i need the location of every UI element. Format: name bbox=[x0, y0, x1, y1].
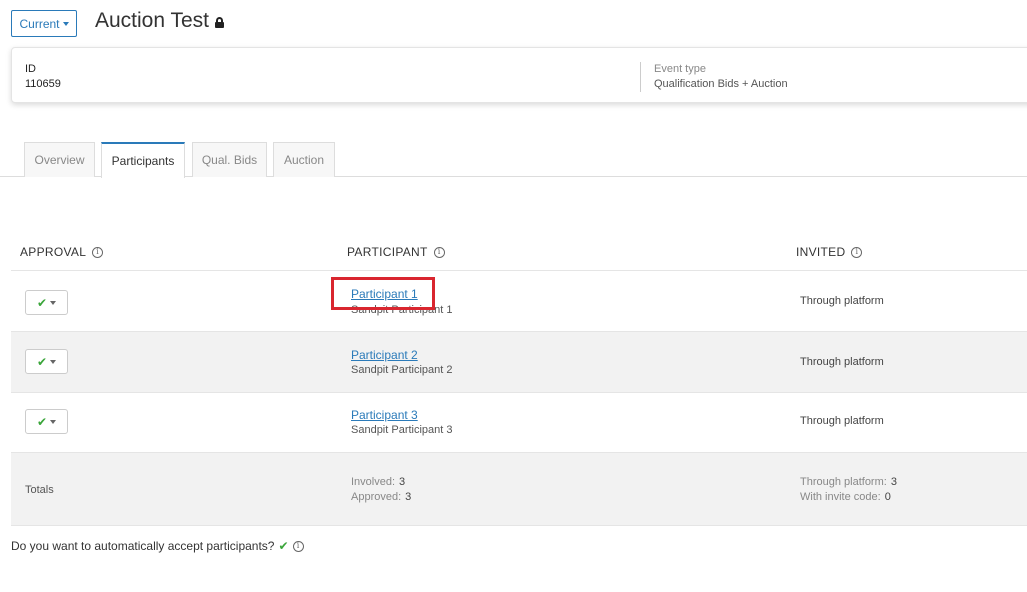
tab-bar: Overview Participants Qual. Bids Auction bbox=[0, 142, 1027, 178]
tab-qual-bids[interactable]: Qual. Bids bbox=[192, 142, 267, 177]
tab-overview[interactable]: Overview bbox=[24, 142, 95, 177]
auto-accept-prompt: Do you want to automatically accept part… bbox=[11, 539, 304, 553]
page-title: Auction Test bbox=[95, 9, 225, 33]
approval-column-header: APPROVAL i bbox=[20, 245, 104, 259]
approval-dropdown-button[interactable]: ✔ bbox=[25, 409, 68, 434]
checkmark-icon: ✔ bbox=[36, 295, 48, 310]
lock-icon bbox=[215, 17, 225, 28]
approved-value: 3 bbox=[405, 491, 412, 503]
involved-label: Involved: bbox=[351, 476, 396, 488]
table-row: ✔ Participant 3 Sandpit Participant 3 Th… bbox=[11, 392, 1027, 452]
totals-invite-code: With invite code: 0 bbox=[800, 491, 891, 503]
id-value: 110659 bbox=[25, 78, 61, 90]
totals-through-platform: Through platform: 3 bbox=[800, 476, 897, 488]
invited-method: Through platform bbox=[800, 356, 884, 368]
invited-column-header: INVITED i bbox=[796, 245, 863, 259]
table-row: ✔ Participant 1 Sandpit Participant 1 Th… bbox=[11, 270, 1027, 331]
totals-label: Totals bbox=[25, 484, 54, 496]
page-title-text: Auction Test bbox=[95, 9, 210, 32]
participant-company: Sandpit Participant 1 bbox=[351, 304, 453, 316]
chevron-down-icon bbox=[50, 300, 57, 305]
table-row: ✔ Participant 2 Sandpit Participant 2 Th… bbox=[11, 331, 1027, 392]
participant-link[interactable]: Participant 3 bbox=[351, 408, 418, 422]
chevron-down-icon bbox=[62, 22, 69, 26]
approval-header-label: APPROVAL bbox=[20, 245, 87, 259]
invited-header-label: INVITED bbox=[796, 245, 846, 259]
info-icon[interactable]: i bbox=[851, 246, 863, 258]
invite-code-value: 0 bbox=[884, 491, 891, 503]
participant-company: Sandpit Participant 3 bbox=[351, 424, 453, 436]
participant-company: Sandpit Participant 2 bbox=[351, 364, 453, 376]
tab-participants[interactable]: Participants bbox=[101, 142, 185, 178]
checkmark-icon[interactable]: ✔ bbox=[278, 540, 288, 552]
totals-approved: Approved: 3 bbox=[351, 491, 411, 503]
info-icon[interactable]: i bbox=[433, 246, 445, 258]
event-type-label: Event type bbox=[654, 63, 706, 75]
tab-auction[interactable]: Auction bbox=[273, 142, 335, 177]
participant-header-label: PARTICIPANT bbox=[347, 245, 428, 259]
id-label: ID bbox=[25, 63, 36, 75]
through-platform-label: Through platform: bbox=[800, 476, 887, 488]
auto-accept-question: Do you want to automatically accept part… bbox=[11, 539, 275, 553]
chevron-down-icon bbox=[50, 359, 57, 364]
approval-dropdown-button[interactable]: ✔ bbox=[25, 349, 68, 374]
totals-involved: Involved: 3 bbox=[351, 476, 405, 488]
event-info-card: ID 110659 Event type Qualification Bids … bbox=[11, 47, 1027, 103]
invite-code-label: With invite code: bbox=[800, 491, 881, 503]
participant-link[interactable]: Participant 1 bbox=[351, 287, 418, 301]
version-dropdown-label: Current bbox=[19, 16, 60, 31]
event-type-value: Qualification Bids + Auction bbox=[654, 78, 788, 90]
info-icon[interactable]: i bbox=[292, 540, 304, 552]
through-platform-value: 3 bbox=[890, 476, 897, 488]
involved-value: 3 bbox=[399, 476, 406, 488]
approval-dropdown-button[interactable]: ✔ bbox=[25, 290, 68, 315]
checkmark-icon: ✔ bbox=[36, 354, 48, 369]
participant-column-header: PARTICIPANT i bbox=[347, 245, 445, 259]
participant-link[interactable]: Participant 2 bbox=[351, 348, 418, 362]
invited-method: Through platform bbox=[800, 295, 884, 307]
version-dropdown-button[interactable]: Current bbox=[11, 10, 77, 37]
checkmark-icon: ✔ bbox=[36, 414, 48, 429]
approved-label: Approved: bbox=[351, 491, 402, 503]
chevron-down-icon bbox=[50, 419, 57, 424]
info-icon[interactable]: i bbox=[92, 246, 104, 258]
info-divider bbox=[640, 62, 641, 92]
invited-method: Through platform bbox=[800, 415, 884, 427]
totals-row: Totals Involved: 3 Approved: 3 Through pla… bbox=[11, 452, 1027, 526]
